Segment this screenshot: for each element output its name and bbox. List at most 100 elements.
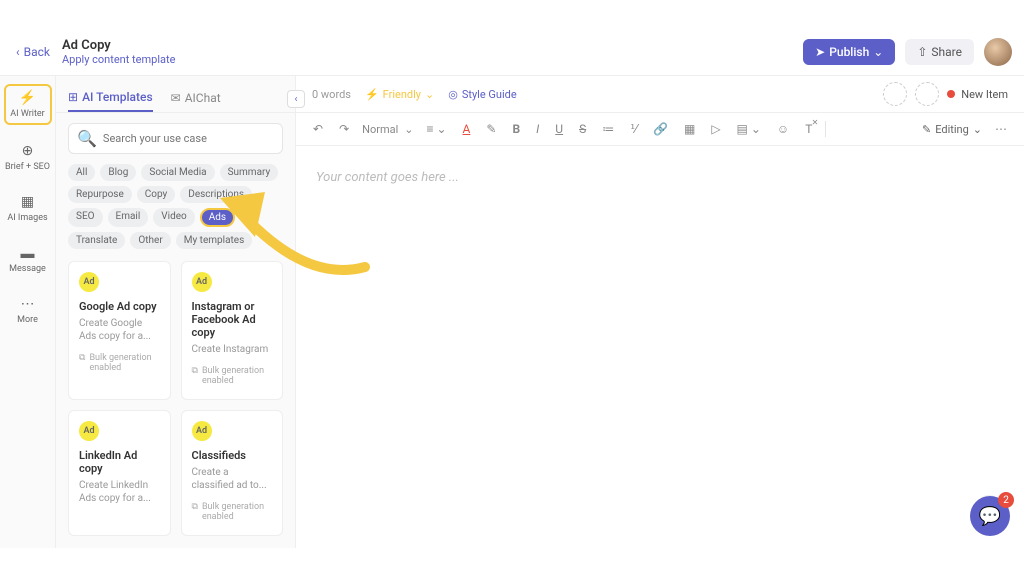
card-meta: ⧉Bulk generation enabled xyxy=(192,502,273,522)
chip-copy[interactable]: Copy xyxy=(137,186,176,203)
align-button[interactable]: ≡ ⌄ xyxy=(424,120,450,138)
redo-button[interactable]: ↷ xyxy=(336,120,352,138)
editor-area: 0 words ⚡ Friendly ⌄ ◎ Style Guide New I… xyxy=(296,76,1024,548)
chip-seo[interactable]: SEO xyxy=(68,208,103,227)
chip-video[interactable]: Video xyxy=(153,208,194,227)
card-desc: Create Instagram xyxy=(192,343,273,356)
chip-repurpose[interactable]: Repurpose xyxy=(68,186,132,203)
ad-icon: Ad xyxy=(79,421,99,441)
nav-icon: ▦ xyxy=(20,194,36,210)
chip-descriptions[interactable]: Descriptions xyxy=(180,186,252,203)
nav-item-more[interactable]: ⋯More xyxy=(4,292,52,329)
chip-ads[interactable]: Ads xyxy=(200,208,235,227)
chip-email[interactable]: Email xyxy=(108,208,149,227)
nav-item-brief-seo[interactable]: ⊕ Brief + SEO xyxy=(4,139,52,176)
nav-label: Brief + SEO xyxy=(5,162,50,172)
nav-icon: ▬ xyxy=(20,245,36,261)
separator xyxy=(825,121,826,137)
header-actions: ➤ Publish ⌄ ⇧ Share xyxy=(803,38,1016,66)
italic-button[interactable]: I xyxy=(533,120,542,138)
search-input[interactable] xyxy=(103,132,274,145)
card-title: LinkedIn Ad copy xyxy=(79,449,160,475)
chevron-down-icon: ⌄ xyxy=(973,123,982,136)
category-chips: All Blog Social Media Summary Repurpose CopyD… xyxy=(56,164,295,249)
table-button[interactable]: ▤ ⌄ xyxy=(734,120,764,138)
back-label: Back xyxy=(24,45,50,59)
tab-ai-templates[interactable]: ⊞ AI Templates xyxy=(68,84,153,112)
ad-icon: Ad xyxy=(192,272,212,292)
video-button[interactable]: ▷ xyxy=(708,120,723,138)
upload-icon: ⇧ xyxy=(917,45,927,59)
chip-other[interactable]: Other xyxy=(130,232,170,249)
underline-button[interactable]: U xyxy=(552,120,566,138)
strike-button[interactable]: S xyxy=(576,120,589,138)
assignee-placeholder[interactable] xyxy=(883,82,907,106)
nav-item-ai-writer[interactable]: ⚡AI Writer xyxy=(4,84,52,125)
card-title: Classifieds xyxy=(192,449,273,462)
text-color-button[interactable]: A xyxy=(460,120,474,138)
header: ‹ Back Ad Copy Apply content template ➤ … xyxy=(0,28,1024,76)
chevron-down-icon: ⌄ xyxy=(873,45,883,59)
number-list-button[interactable]: ⅟ xyxy=(627,120,640,138)
page-title: Ad Copy xyxy=(62,38,175,53)
chevron-left-icon: ‹ xyxy=(16,45,20,59)
nav-icon: ⊕ xyxy=(20,143,36,159)
chat-launcher[interactable]: 💬 2 xyxy=(970,496,1010,536)
panel-tabs: ⊞ AI Templates ✉ AIChat xyxy=(56,76,295,113)
template-card[interactable]: AdLinkedIn Ad copyCreate LinkedIn Ads co… xyxy=(68,410,171,536)
chip-social-media[interactable]: Social Media xyxy=(141,164,214,181)
chip-translate[interactable]: Translate xyxy=(68,232,125,249)
link-button[interactable]: 🔗 xyxy=(650,120,671,138)
ad-icon: Ad xyxy=(79,272,99,292)
title-block: Ad Copy Apply content template xyxy=(62,38,175,66)
template-card[interactable]: AdInstagram or Facebook Ad copyCreate In… xyxy=(181,261,284,400)
bullet-list-button[interactable]: ≔ xyxy=(599,120,617,138)
template-cards: AdGoogle Ad copyCreate Google Ads copy f… xyxy=(56,249,295,548)
template-card[interactable]: AdGoogle Ad copyCreate Google Ads copy f… xyxy=(68,261,171,400)
more-button[interactable]: ⋯ xyxy=(992,120,1010,138)
avatar[interactable] xyxy=(984,38,1012,66)
share-button[interactable]: ⇧ Share xyxy=(905,39,974,65)
chat-icon: ✉ xyxy=(171,91,181,105)
ad-icon: Ad xyxy=(192,421,212,441)
template-card[interactable]: AdClassifiedsCreate a classified ad to..… xyxy=(181,410,284,536)
back-button[interactable]: ‹ Back xyxy=(8,37,58,67)
tone-selector[interactable]: ⚡ Friendly ⌄ xyxy=(365,88,434,101)
search-box[interactable]: 🔍 xyxy=(68,123,283,154)
nav-item-message[interactable]: ▬Message xyxy=(4,241,52,278)
chip-summary[interactable]: Summary xyxy=(220,164,279,181)
status-dot-icon xyxy=(947,90,955,98)
editor-content[interactable]: Your content goes here ... xyxy=(296,146,1024,548)
plane-icon: ➤ xyxy=(815,45,825,59)
chip-my-templates[interactable]: My templates xyxy=(176,232,253,249)
apply-template-link[interactable]: Apply content template xyxy=(62,53,175,66)
collapse-panel-button[interactable]: ‹ xyxy=(287,90,305,108)
app-container: ‹ Back Ad Copy Apply content template ➤ … xyxy=(0,28,1024,548)
nav-label: More xyxy=(17,315,38,325)
style-guide-button[interactable]: ◎ Style Guide xyxy=(448,88,516,101)
publish-button[interactable]: ➤ Publish ⌄ xyxy=(803,39,895,65)
undo-button[interactable]: ↶ xyxy=(310,120,326,138)
editing-mode-button[interactable]: ✎ Editing ⌄ xyxy=(922,123,982,136)
word-count: 0 words xyxy=(312,88,351,101)
emoji-button[interactable]: ☺ xyxy=(774,120,792,138)
bold-button[interactable]: B xyxy=(509,120,523,138)
image-button[interactable]: ▦ xyxy=(681,120,698,138)
chip-blog[interactable]: Blog xyxy=(100,164,136,181)
share-label: Share xyxy=(931,45,962,59)
format-select[interactable]: Normal ⌄ xyxy=(362,123,413,136)
nav-item-ai-images[interactable]: ▦AI Images xyxy=(4,190,52,227)
chat-badge: 2 xyxy=(998,492,1014,508)
chip-all[interactable]: All xyxy=(68,164,95,181)
browser-top-bar xyxy=(0,0,1024,28)
copy-icon: ⧉ xyxy=(192,502,198,512)
clear-format-button[interactable]: T✕ xyxy=(802,120,815,138)
style-guide-label: Style Guide xyxy=(462,88,517,101)
assignee-placeholder-2[interactable] xyxy=(915,82,939,106)
editor-toolbar: ↶ ↷ Normal ⌄ ≡ ⌄ A ✎ B I U S ≔ ⅟ 🔗 ▦ ▷ ▤… xyxy=(296,112,1024,146)
templates-panel: ‹ ⊞ AI Templates ✉ AIChat 🔍 AllBlogSocia… xyxy=(56,76,296,548)
highlight-button[interactable]: ✎ xyxy=(483,120,499,138)
status-pill[interactable]: New Item xyxy=(947,88,1008,101)
card-meta: ⧉Bulk generation enabled xyxy=(192,366,273,386)
tab-ai-chat[interactable]: ✉ AIChat xyxy=(171,84,221,112)
